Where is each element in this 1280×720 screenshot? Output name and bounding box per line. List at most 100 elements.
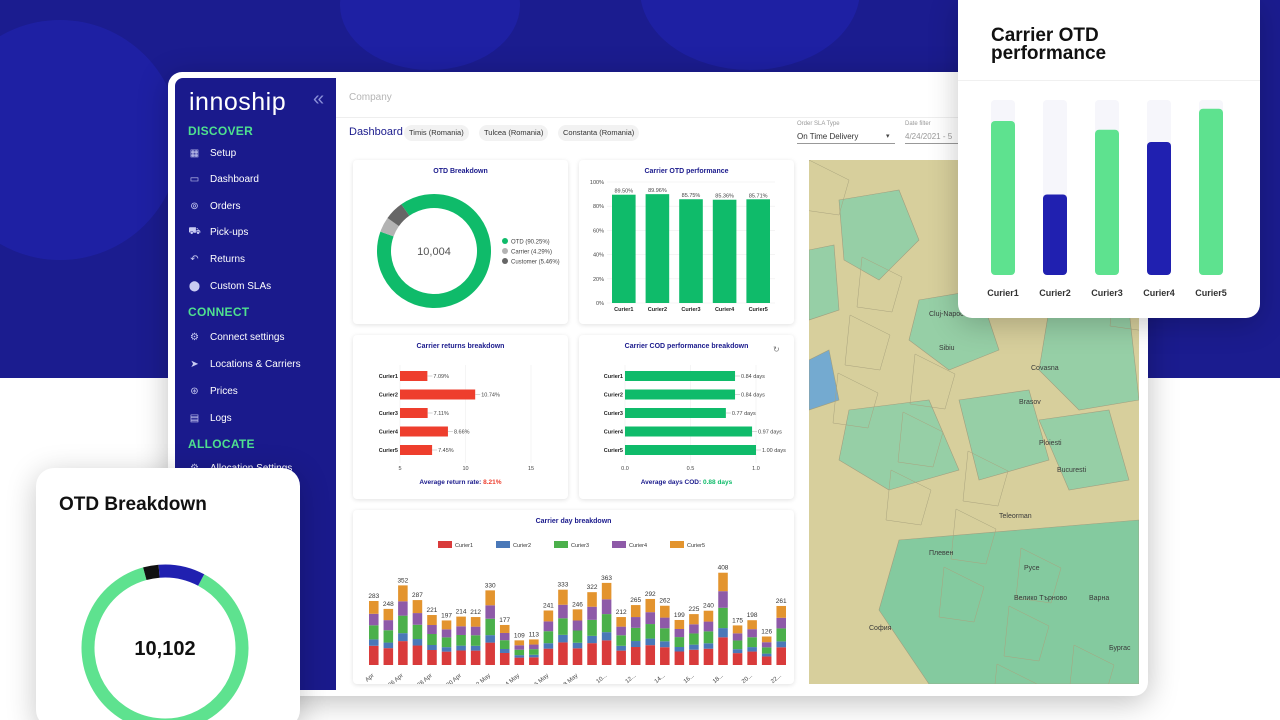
sidebar-item-pick-ups[interactable]: ⛟ Pick-ups bbox=[188, 224, 248, 242]
bar-segment[interactable] bbox=[369, 600, 379, 614]
bar-segment[interactable] bbox=[412, 613, 423, 625]
bar-segment[interactable] bbox=[441, 637, 452, 648]
bar-segment[interactable] bbox=[543, 610, 554, 622]
bar[interactable] bbox=[1095, 129, 1119, 275]
bar-segment[interactable] bbox=[398, 633, 408, 642]
bar-segment[interactable] bbox=[383, 642, 394, 649]
bar-segment[interactable] bbox=[645, 598, 656, 613]
sidebar-item-setup[interactable]: ▦ Setup bbox=[188, 144, 236, 162]
bar-segment[interactable] bbox=[543, 643, 554, 649]
bar-segment[interactable] bbox=[383, 608, 394, 621]
bar-segment[interactable] bbox=[645, 645, 656, 665]
bar-segment[interactable] bbox=[427, 645, 437, 651]
bar-segment[interactable] bbox=[456, 616, 466, 627]
bar-segment[interactable] bbox=[485, 605, 495, 619]
sidebar-item-orders[interactable]: ⊚ Orders bbox=[188, 197, 240, 215]
bar-segment[interactable] bbox=[558, 618, 568, 635]
bar-segment[interactable] bbox=[761, 636, 772, 643]
bar-segment[interactable] bbox=[689, 644, 699, 650]
bar-segment[interactable] bbox=[601, 632, 612, 641]
bar-segment[interactable] bbox=[747, 651, 757, 665]
bar-segment[interactable] bbox=[718, 591, 728, 608]
chevron-down-icon[interactable]: ▾ bbox=[886, 132, 890, 140]
bar-segment[interactable] bbox=[747, 629, 757, 638]
donut-slice[interactable] bbox=[380, 218, 400, 237]
bar-segment[interactable] bbox=[645, 624, 656, 639]
bar-segment[interactable] bbox=[689, 633, 699, 645]
donut-slice[interactable] bbox=[387, 204, 410, 227]
bar-segment[interactable] bbox=[470, 617, 481, 627]
bar-segment[interactable] bbox=[529, 644, 539, 650]
bar-segment[interactable] bbox=[732, 625, 743, 634]
bar[interactable] bbox=[400, 371, 428, 381]
bar-segment[interactable] bbox=[587, 606, 597, 620]
bar-segment[interactable] bbox=[587, 592, 597, 607]
bar-segment[interactable] bbox=[470, 650, 481, 665]
bar-segment[interactable] bbox=[660, 617, 670, 629]
bar-segment[interactable] bbox=[485, 642, 495, 665]
bar[interactable] bbox=[625, 445, 756, 455]
bar-segment[interactable] bbox=[514, 645, 525, 650]
bar-segment[interactable] bbox=[601, 599, 612, 615]
bar-segment[interactable] bbox=[761, 642, 772, 648]
bar-segment[interactable] bbox=[441, 629, 452, 638]
bar-segment[interactable] bbox=[645, 612, 656, 625]
bar-segment[interactable] bbox=[732, 633, 743, 641]
region-chip[interactable]: Tulcea (Romania) bbox=[479, 125, 549, 141]
bar-segment[interactable] bbox=[630, 617, 641, 628]
bar-segment[interactable] bbox=[689, 649, 699, 665]
sidebar-item-returns[interactable]: ↶ Returns bbox=[188, 250, 245, 268]
bar-segment[interactable] bbox=[456, 626, 466, 635]
sidebar-item-custom-slas[interactable]: ⬤ Custom SLAs bbox=[188, 277, 271, 295]
bar-segment[interactable] bbox=[587, 619, 597, 636]
bar-segment[interactable] bbox=[529, 649, 539, 655]
bar-segment[interactable] bbox=[529, 657, 539, 665]
company-selector[interactable]: Company bbox=[349, 92, 392, 103]
bar[interactable] bbox=[612, 194, 636, 303]
bar-segment[interactable] bbox=[412, 624, 423, 640]
sidebar-item-connect-settings[interactable]: ⚙ Connect settings bbox=[188, 328, 284, 346]
bar-segment[interactable] bbox=[514, 655, 525, 658]
bar-segment[interactable] bbox=[747, 637, 757, 648]
bar[interactable] bbox=[746, 199, 770, 303]
bar-segment[interactable] bbox=[572, 609, 583, 621]
bar-segment[interactable] bbox=[543, 648, 554, 665]
bar-segment[interactable] bbox=[703, 643, 714, 649]
bar-segment[interactable] bbox=[718, 628, 728, 638]
collapse-sidebar-icon[interactable]: « bbox=[313, 88, 324, 111]
bar-segment[interactable] bbox=[616, 645, 626, 651]
bar-segment[interactable] bbox=[718, 637, 728, 665]
bar-segment[interactable] bbox=[543, 621, 554, 632]
bar-segment[interactable] bbox=[369, 625, 379, 640]
bar-segment[interactable] bbox=[703, 621, 714, 632]
bar-segment[interactable] bbox=[412, 639, 423, 646]
bar[interactable] bbox=[1147, 142, 1171, 275]
bar-segment[interactable] bbox=[499, 648, 510, 653]
bar-segment[interactable] bbox=[616, 626, 626, 636]
bar-segment[interactable] bbox=[485, 590, 495, 606]
bar-segment[interactable] bbox=[470, 635, 481, 646]
bar-segment[interactable] bbox=[529, 639, 539, 645]
bar-segment[interactable] bbox=[470, 626, 481, 636]
bar-segment[interactable] bbox=[732, 653, 743, 665]
bar-segment[interactable] bbox=[572, 642, 583, 649]
bar-segment[interactable] bbox=[747, 620, 757, 630]
bar-segment[interactable] bbox=[776, 628, 786, 642]
bar-segment[interactable] bbox=[441, 651, 452, 665]
sidebar-item-locations-carriers[interactable]: ➤ Locations & Carriers bbox=[188, 355, 300, 373]
bar[interactable] bbox=[679, 199, 703, 303]
bar-segment[interactable] bbox=[529, 654, 539, 658]
bar[interactable] bbox=[400, 426, 448, 437]
bar-segment[interactable] bbox=[660, 641, 670, 648]
bar-segment[interactable] bbox=[601, 614, 612, 633]
bar-segment[interactable] bbox=[572, 620, 583, 631]
bar-segment[interactable] bbox=[558, 589, 568, 605]
map-region[interactable] bbox=[809, 244, 840, 321]
bar[interactable] bbox=[1043, 194, 1067, 276]
bar-segment[interactable] bbox=[776, 617, 786, 629]
bar-segment[interactable] bbox=[514, 649, 525, 656]
bar[interactable] bbox=[625, 389, 736, 400]
bar[interactable] bbox=[712, 199, 737, 303]
bar-segment[interactable] bbox=[630, 641, 641, 648]
bar-segment[interactable] bbox=[776, 605, 786, 618]
